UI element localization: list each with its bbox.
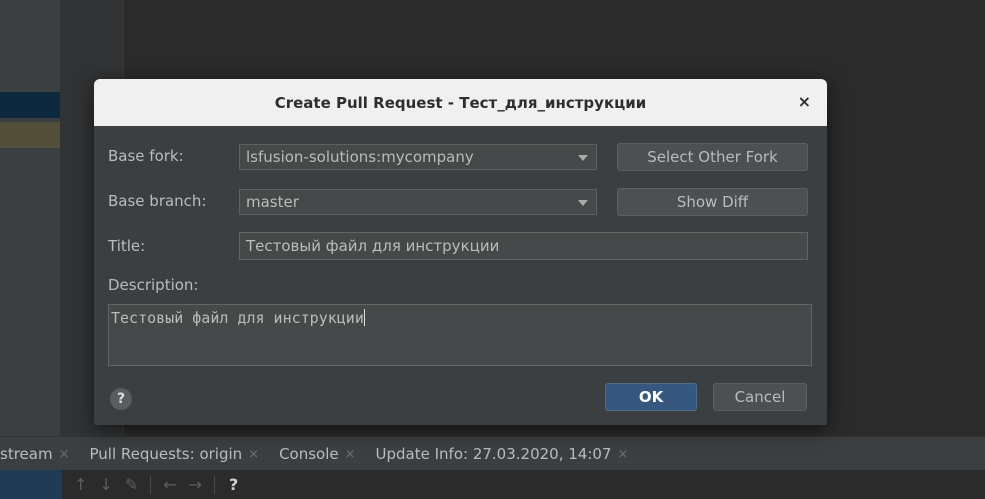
ok-button[interactable]: OK (605, 383, 697, 411)
description-textarea[interactable]: Тестовый файл для инструкции (108, 304, 812, 366)
ide-selected-row[interactable] (0, 92, 60, 118)
tab-update-info[interactable]: Update Info: 27.03.2020, 14:07 × (368, 437, 641, 471)
dialog-titlebar: Create Pull Request - Тест_для_инструкци… (94, 79, 827, 126)
title-field[interactable]: Тестовый файл для инструкции (239, 232, 808, 260)
close-icon[interactable]: × (59, 447, 70, 462)
arrow-left-icon[interactable]: ← (163, 475, 176, 494)
tab-label: Pull Requests: origin (89, 445, 243, 463)
arrow-down-icon[interactable]: ↓ (99, 475, 112, 494)
arrow-up-icon[interactable]: ↑ (74, 475, 87, 494)
base-fork-label: Base fork: (108, 147, 184, 165)
description-value: Тестовый файл для инструкции (111, 309, 364, 327)
create-pull-request-dialog: Create Pull Request - Тест_для_инструкци… (94, 79, 827, 425)
help-icon[interactable]: ? (229, 475, 238, 494)
description-label: Description: (108, 276, 199, 294)
title-label: Title: (108, 237, 146, 255)
base-fork-value: lsfusion-solutions:mycompany (246, 148, 474, 166)
close-icon[interactable]: × (345, 447, 356, 462)
tab-label: Console (279, 445, 339, 463)
select-other-fork-button[interactable]: Select Other Fork (617, 143, 808, 171)
close-icon[interactable]: × (248, 447, 259, 462)
close-icon[interactable]: × (798, 92, 811, 111)
toolbar-separator (214, 475, 216, 494)
close-icon[interactable]: × (617, 447, 628, 462)
tab-label: Update Info: 27.03.2020, 14:07 (375, 445, 612, 463)
toolbar-separator (150, 475, 152, 494)
text-caret (363, 309, 365, 326)
ide-project-panel (0, 0, 60, 436)
tab-label: stream (0, 445, 53, 463)
chevron-down-icon (578, 200, 588, 206)
show-diff-button[interactable]: Show Diff (617, 188, 808, 216)
tab-stream[interactable]: stream × (0, 437, 81, 471)
arrow-right-icon[interactable]: → (189, 475, 202, 494)
toolbar-selection-strip (0, 470, 62, 499)
chevron-down-icon (578, 155, 588, 161)
base-branch-select[interactable]: master (239, 189, 597, 215)
base-branch-value: master (246, 193, 299, 211)
base-branch-label: Base branch: (108, 192, 207, 210)
tab-pull-requests[interactable]: Pull Requests: origin × (81, 437, 271, 471)
title-value: Тестовый файл для инструкции (246, 237, 500, 255)
dialog-title: Create Pull Request - Тест_для_инструкци… (274, 93, 647, 112)
help-icon[interactable]: ? (110, 388, 132, 410)
cancel-button[interactable]: Cancel (713, 383, 807, 411)
bottom-tool-tabs: stream × Pull Requests: origin × Console… (0, 436, 985, 471)
edit-icon[interactable]: ✎ (125, 475, 138, 494)
base-fork-select[interactable]: lsfusion-solutions:mycompany (239, 144, 597, 170)
ide-highlighted-row[interactable] (0, 122, 60, 148)
bottom-toolbar: ↑ ↓ ✎ ← → ? (0, 470, 985, 499)
tab-console[interactable]: Console × (271, 437, 367, 471)
